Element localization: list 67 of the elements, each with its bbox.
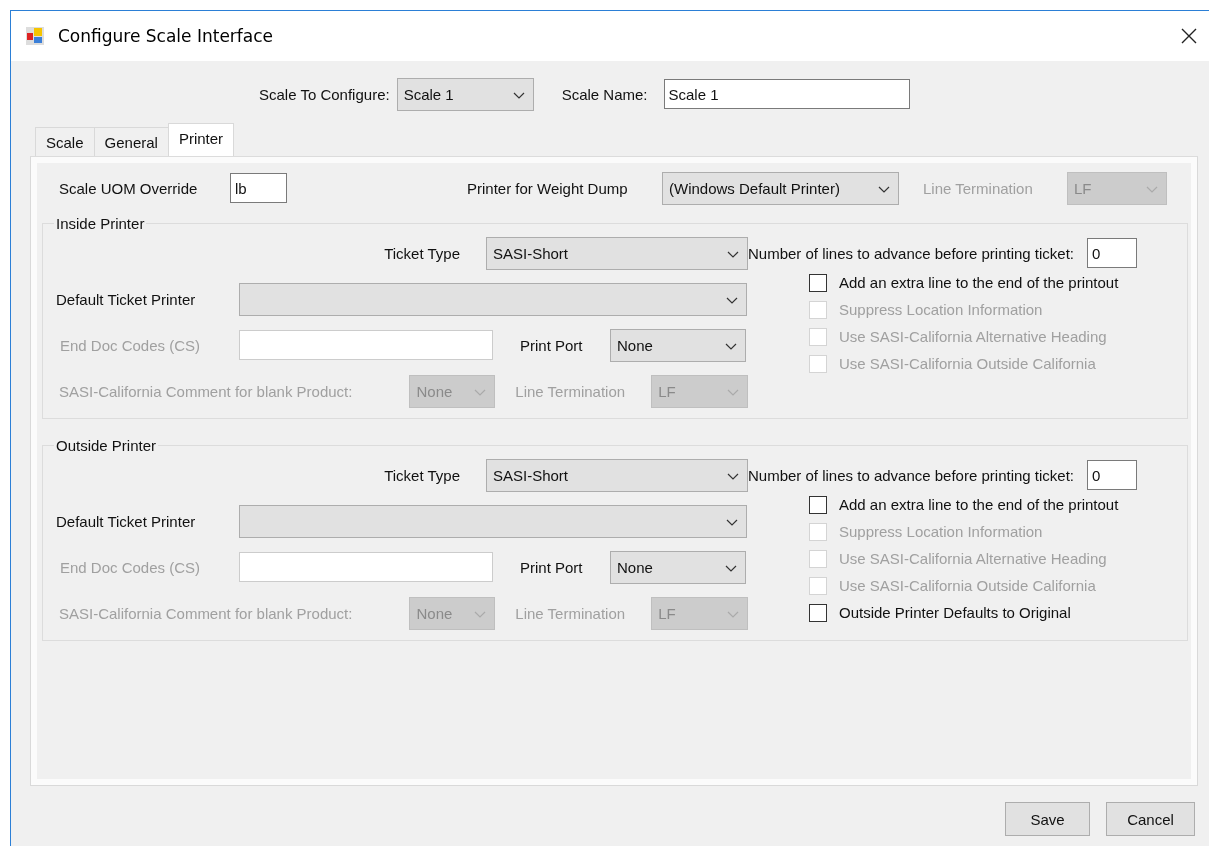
checkbox-label: Use SASI-California Alternative Heading <box>839 550 1107 567</box>
tab[interactable]: Printer <box>167 123 235 156</box>
checkbox[interactable] <box>809 273 827 292</box>
field-label: Default Ticket Printer <box>56 512 197 530</box>
field-label: Default Ticket Printer <box>56 290 197 308</box>
field-label: Ticket Type <box>383 244 461 262</box>
field-label: Scale UOM Override <box>59 179 199 197</box>
chevron-icon <box>727 610 739 618</box>
ticket-type-dropdown[interactable]: SASI-Short <box>486 458 748 492</box>
checkbox-label: Suppress Location Information <box>839 523 1043 540</box>
group-title: Outside Printer <box>55 437 158 454</box>
checkbox[interactable] <box>809 495 827 514</box>
checkbox-label: Add an extra line to the end of the printout <box>839 496 1119 513</box>
ticket-type-dropdown[interactable]: SASI-Short <box>486 236 748 270</box>
checkbox-label: Outside Printer Defaults to Original <box>839 604 1071 621</box>
field-label: Line Termination <box>515 382 627 400</box>
group-title: Inside Printer <box>55 215 146 232</box>
field-label: Line Termination <box>923 179 1034 197</box>
field-label: End Doc Codes (CS) <box>59 336 202 354</box>
chevron-icon <box>1146 185 1158 193</box>
cancel-button[interactable]: Cancel <box>1106 802 1195 836</box>
checkbox-label: Suppress Location Information <box>839 301 1043 318</box>
chevron-icon <box>512 91 525 99</box>
field-label: Print Port <box>520 336 584 354</box>
checkbox-label: Add an extra line to the end of the printout <box>839 274 1119 291</box>
tab[interactable]: Scale <box>35 127 95 156</box>
field-label: Line Termination <box>515 604 627 622</box>
scale-dropdown[interactable]: Scale 1 <box>396 77 534 111</box>
chevron-icon <box>727 472 739 480</box>
lines-field[interactable]: 0 <box>1087 460 1137 490</box>
field-label: Print Port <box>520 558 584 576</box>
checkbox-label: Use SASI-California Alternative Heading <box>839 328 1107 345</box>
checkbox-label: Use SASI-California Outside California <box>839 355 1096 372</box>
print-port-dropdown[interactable]: None <box>610 550 746 584</box>
chevron-icon <box>725 342 737 350</box>
field-label: SASI-California Comment for blank Product: <box>58 382 354 400</box>
end-doc-codes-field[interactable] <box>239 330 493 360</box>
save-button[interactable]: Save <box>1005 802 1090 836</box>
name-field[interactable]: Scale 1 <box>663 79 910 109</box>
window-title: Configure Scale Interface <box>58 26 274 46</box>
close-icon[interactable] <box>1181 28 1197 44</box>
field-label: SASI-California Comment for blank Product: <box>58 604 354 622</box>
chevron-icon <box>474 610 487 618</box>
printer-dropdown[interactable]: (Windows Default Printer) <box>662 171 899 205</box>
end-doc-codes-field[interactable] <box>239 552 493 582</box>
field-label: Scale Name: <box>561 85 648 103</box>
print-port-dropdown[interactable]: None <box>610 328 746 362</box>
field-label: Number of lines to advance before printing ticket: <box>748 244 1074 262</box>
ticket-printer-dropdown[interactable] <box>239 282 747 316</box>
checkbox[interactable] <box>809 603 827 622</box>
field-label: Printer for Weight Dump <box>467 179 629 197</box>
chevron-icon <box>727 250 739 258</box>
lines-field[interactable]: 0 <box>1087 238 1137 268</box>
field-label: Ticket Type <box>383 466 461 484</box>
field-label: Number of lines to advance before printing ticket: <box>748 466 1074 484</box>
app-icon <box>25 26 45 46</box>
uom-field[interactable]: lb <box>230 173 287 203</box>
chevron-icon <box>878 185 890 193</box>
chevron-icon <box>726 518 738 526</box>
chevron-icon <box>727 388 739 396</box>
chevron-icon <box>725 564 737 572</box>
field-label: End Doc Codes (CS) <box>59 558 202 576</box>
ticket-printer-dropdown[interactable] <box>239 504 747 538</box>
field-label: Scale To Configure: <box>259 85 390 103</box>
chevron-icon <box>726 296 738 304</box>
checkbox-label: Use SASI-California Outside California <box>839 577 1096 594</box>
chevron-icon <box>474 388 487 396</box>
